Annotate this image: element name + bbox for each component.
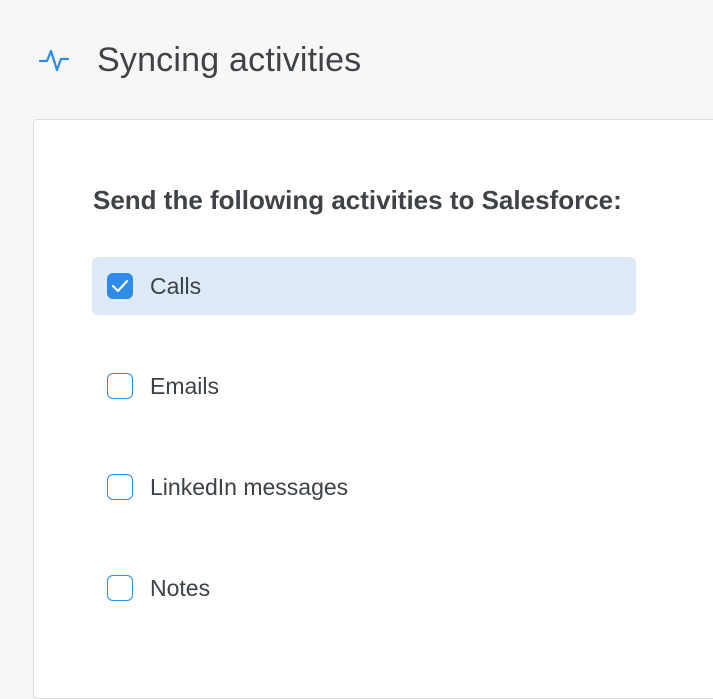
- page-title: Syncing activities: [97, 41, 362, 79]
- option-label: Calls: [150, 273, 202, 299]
- calls-checkbox[interactable]: [107, 273, 133, 299]
- option-calls[interactable]: Calls: [92, 257, 636, 315]
- activity-pulse-icon: [38, 45, 70, 75]
- page-header: Syncing activities: [0, 0, 713, 119]
- option-notes[interactable]: Notes: [92, 559, 636, 617]
- option-linkedin-messages[interactable]: LinkedIn messages: [92, 458, 636, 516]
- linkedin-messages-checkbox[interactable]: [107, 474, 133, 500]
- checkmark-icon: [111, 279, 129, 293]
- section-heading: Send the following activities to Salesfo…: [93, 185, 622, 215]
- option-label: Notes: [150, 575, 211, 601]
- option-label: LinkedIn messages: [150, 474, 349, 500]
- option-emails[interactable]: Emails: [92, 357, 636, 415]
- emails-checkbox[interactable]: [107, 373, 133, 399]
- sync-settings-card: Send the following activities to Salesfo…: [33, 119, 713, 699]
- notes-checkbox[interactable]: [107, 575, 133, 601]
- option-label: Emails: [150, 373, 220, 399]
